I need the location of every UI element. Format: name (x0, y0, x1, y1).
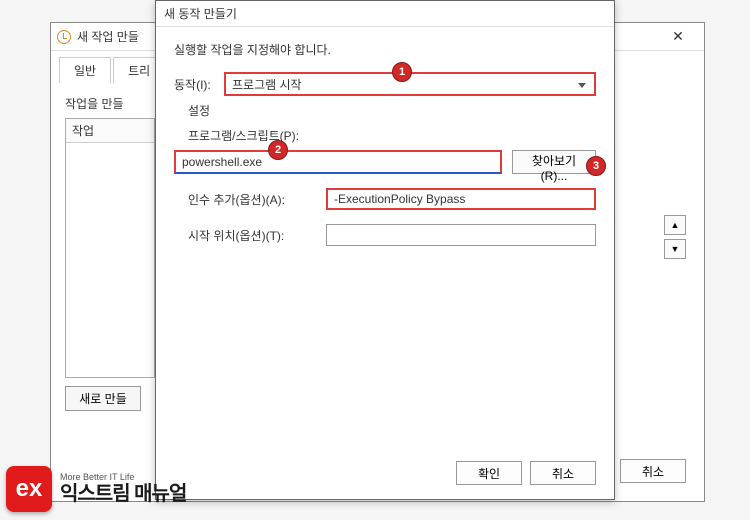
program-row: 찾아보기(R)... 2 3 (174, 150, 596, 174)
cancel-button[interactable]: 취소 (530, 461, 596, 485)
inner-body: 실행할 작업을 지정해야 합니다. 동작(I): 프로그램 시작 1 설정 프로… (156, 27, 614, 260)
inner-title: 새 동작 만들기 (164, 5, 237, 22)
order-spinner: ▲ ▼ (664, 215, 686, 259)
action-row: 동작(I): 프로그램 시작 1 (174, 72, 596, 96)
tab-general[interactable]: 일반 (59, 57, 111, 83)
action-value: 프로그램 시작 (232, 76, 302, 93)
browse-button[interactable]: 찾아보기(R)... (512, 150, 596, 174)
badge-3: 3 (586, 156, 606, 176)
logo-text: More Better IT Life 익스트림 매뉴얼 (60, 473, 186, 505)
action-label: 동작(I): (174, 76, 224, 93)
args-row: 인수 추가(옵션)(A): (174, 188, 596, 210)
outer-cancel-button[interactable]: 취소 (620, 459, 686, 483)
program-input[interactable] (174, 150, 502, 174)
settings-label: 설정 (188, 102, 596, 119)
startin-label: 시작 위치(옵션)(T): (188, 227, 318, 244)
clock-icon (57, 30, 71, 44)
new-button[interactable]: 새로 만들 (65, 386, 141, 411)
args-input[interactable] (326, 188, 596, 210)
startin-input[interactable] (326, 224, 596, 246)
outer-title: 새 작업 만들 (77, 28, 139, 45)
inner-titlebar: 새 동작 만들기 (156, 1, 614, 27)
list-header: 작업 (66, 119, 154, 143)
close-icon[interactable]: ✕ (658, 24, 698, 50)
startin-row: 시작 위치(옵션)(T): (174, 224, 596, 246)
move-up-button[interactable]: ▲ (664, 215, 686, 235)
inner-buttons: 확인 취소 (456, 461, 596, 485)
inner-instruction: 실행할 작업을 지정해야 합니다. (174, 41, 596, 58)
new-action-dialog: 새 동작 만들기 실행할 작업을 지정해야 합니다. 동작(I): 프로그램 시… (155, 0, 615, 500)
move-down-button[interactable]: ▼ (664, 239, 686, 259)
logo-title: 익스트림 매뉴얼 (60, 483, 186, 505)
badge-2: 2 (268, 140, 288, 160)
args-label: 인수 추가(옵션)(A): (188, 191, 318, 208)
program-label: 프로그램/스크립트(P): (188, 127, 596, 144)
footer-logo: ex More Better IT Life 익스트림 매뉴얼 (6, 466, 186, 512)
badge-1: 1 (392, 62, 412, 82)
ok-button[interactable]: 확인 (456, 461, 522, 485)
actions-listbox[interactable]: 작업 (65, 118, 155, 378)
logo-mark: ex (6, 466, 52, 512)
logo-tagline: More Better IT Life (60, 473, 186, 483)
